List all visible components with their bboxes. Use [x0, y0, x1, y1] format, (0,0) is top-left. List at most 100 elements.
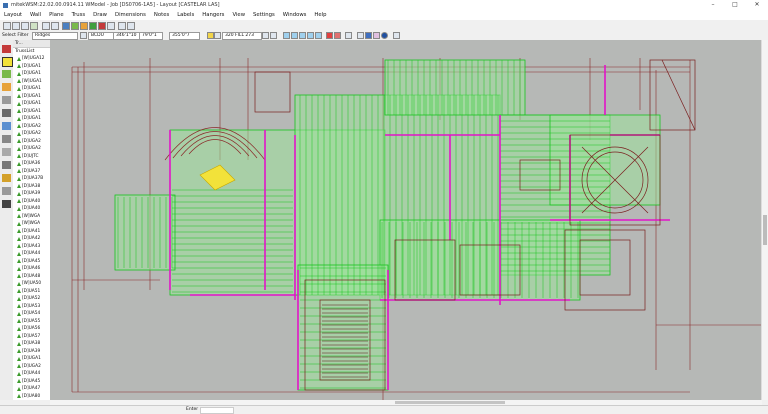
open-folder-icon[interactable]: [12, 22, 20, 30]
pan-icon[interactable]: [270, 32, 277, 39]
vertical-scrollbar[interactable]: [761, 40, 768, 400]
coord-z-field[interactable]: 355'0"7: [169, 32, 200, 40]
truss-list-item[interactable]: [D]UA45: [13, 378, 50, 386]
command-input[interactable]: [200, 407, 234, 414]
truss-list-item[interactable]: [D]UGA1: [13, 85, 50, 93]
undo-icon[interactable]: [42, 22, 50, 30]
layer-icon[interactable]: [80, 32, 87, 39]
menu-wall[interactable]: Wall: [26, 12, 45, 18]
dimension-icon[interactable]: [2, 109, 11, 117]
menu-view[interactable]: View: [228, 12, 249, 18]
truss-list-item[interactable]: [D]UGA1: [13, 100, 50, 108]
trim-tool-icon[interactable]: [2, 200, 11, 208]
vertical-scroll-thumb[interactable]: [763, 215, 767, 245]
truss-list-item[interactable]: [D]UGA2: [13, 123, 50, 131]
truss-list-item[interactable]: [D]UGA1: [13, 70, 50, 78]
truss-list-item[interactable]: [D]UA44: [13, 370, 50, 378]
menu-layout[interactable]: Layout: [0, 12, 26, 18]
truss-icon[interactable]: [71, 22, 79, 30]
truss-list-item[interactable]: [D]UGA2: [13, 138, 50, 146]
report-icon[interactable]: [118, 22, 126, 30]
zoom-extents-icon[interactable]: [307, 32, 314, 39]
pick-icon[interactable]: [262, 32, 269, 39]
drawing-canvas[interactable]: [50, 40, 762, 400]
menu-draw[interactable]: Draw: [89, 12, 111, 18]
menu-labels[interactable]: Labels: [173, 12, 198, 18]
truss-list-item[interactable]: [D]UA47: [13, 385, 50, 393]
stop-icon[interactable]: [98, 22, 106, 30]
redo-icon[interactable]: [51, 22, 59, 30]
layout-icon[interactable]: [89, 22, 97, 30]
truss-list-item[interactable]: [D]UA42: [13, 235, 50, 243]
truss-list-item[interactable]: [D]UA52: [13, 295, 50, 303]
layer-tool-icon[interactable]: [2, 174, 11, 182]
truss-list-item[interactable]: [W]WGA: [13, 220, 50, 228]
truss-list-item[interactable]: [D]UA44: [13, 250, 50, 258]
minimize-button[interactable]: –: [702, 0, 724, 10]
copy-icon[interactable]: [365, 32, 372, 39]
menu-hangers[interactable]: Hangers: [198, 12, 228, 18]
truss-list-item[interactable]: [D]UGA1: [13, 115, 50, 123]
truss-list-item[interactable]: [D]UGA1: [13, 63, 50, 71]
truss-list-item[interactable]: [D]UA48: [13, 273, 50, 281]
truss-list-root[interactable]: TrussList: [13, 48, 50, 55]
filter-select[interactable]: Ridges: [32, 32, 78, 40]
lock-icon[interactable]: [214, 32, 221, 39]
highlight-icon[interactable]: [326, 32, 333, 39]
menu-truss[interactable]: Truss: [68, 12, 90, 18]
truss-list-item[interactable]: [D]UA39: [13, 348, 50, 356]
zoom-in-icon[interactable]: [283, 32, 290, 39]
truss-list-item[interactable]: [D]UA38: [13, 183, 50, 191]
close-button[interactable]: ✕: [746, 0, 768, 10]
truss-list-item[interactable]: [D]UA41: [13, 228, 50, 236]
truss-list-item[interactable]: [D]UA37: [13, 168, 50, 176]
print-icon[interactable]: [30, 22, 38, 30]
truss-select[interactable]: 320 FILL 273: [222, 32, 262, 40]
select-tool-icon[interactable]: [2, 187, 11, 195]
roof-plane-icon[interactable]: [2, 70, 11, 78]
menu-plane[interactable]: Plane: [45, 12, 68, 18]
maximize-button[interactable]: □: [724, 0, 746, 10]
refresh-icon[interactable]: [107, 22, 115, 30]
view-3d-icon[interactable]: [62, 22, 70, 30]
truss-list-item[interactable]: [W]UA50: [13, 280, 50, 288]
truss-list-item[interactable]: [D]UGA1: [13, 108, 50, 116]
coord-y-field[interactable]: 79'0"1: [139, 32, 163, 40]
truss-list-item[interactable]: [D]UA40: [13, 198, 50, 206]
truss-list-item[interactable]: [D]UGA1: [13, 355, 50, 363]
zoom-out-icon[interactable]: [291, 32, 298, 39]
info-icon[interactable]: [381, 32, 388, 39]
truss-list-item[interactable]: [D]UGA2: [13, 145, 50, 153]
truss-list-item[interactable]: [D]UJTC: [13, 153, 50, 161]
marker-icon[interactable]: [334, 32, 341, 39]
menu-help[interactable]: Help: [310, 12, 330, 18]
delete-icon[interactable]: [357, 32, 364, 39]
roof-icon[interactable]: [80, 22, 88, 30]
truss-list-item[interactable]: [D]UA56: [13, 325, 50, 333]
truss-list-item[interactable]: [D]UA43: [13, 243, 50, 251]
menu-windows[interactable]: Windows: [279, 12, 311, 18]
truss-list-item[interactable]: [D]UA54: [13, 310, 50, 318]
settings-icon[interactable]: [127, 22, 135, 30]
truss-list-item[interactable]: [D]UA36: [13, 160, 50, 168]
zoom-previous-icon[interactable]: [315, 32, 322, 39]
properties-icon[interactable]: [393, 32, 400, 39]
beam-icon[interactable]: [2, 96, 11, 104]
truss-list-item[interactable]: [D]UA55: [13, 318, 50, 326]
note-icon[interactable]: [2, 122, 11, 130]
layer-select[interactable]: BCDU: [88, 32, 114, 40]
truss-list-item[interactable]: [D]UA38: [13, 340, 50, 348]
paint-icon[interactable]: [373, 32, 380, 39]
truss-list-item[interactable]: [W]UGA12: [13, 55, 50, 63]
coord-x-field[interactable]: 346'1"10: [113, 32, 141, 40]
menu-settings[interactable]: Settings: [249, 12, 279, 18]
horizontal-scroll-thumb[interactable]: [395, 401, 505, 404]
zoom-window-icon[interactable]: [299, 32, 306, 39]
truss-list-item[interactable]: [D]UA46: [13, 265, 50, 273]
hanger-icon[interactable]: [2, 148, 11, 156]
new-file-icon[interactable]: [3, 22, 11, 30]
measure-icon[interactable]: [2, 161, 11, 169]
truss-list-item[interactable]: [D]UGA2: [13, 363, 50, 371]
truss-list-item[interactable]: [W]WGA: [13, 213, 50, 221]
truss-list-item[interactable]: [D]UA51: [13, 288, 50, 296]
